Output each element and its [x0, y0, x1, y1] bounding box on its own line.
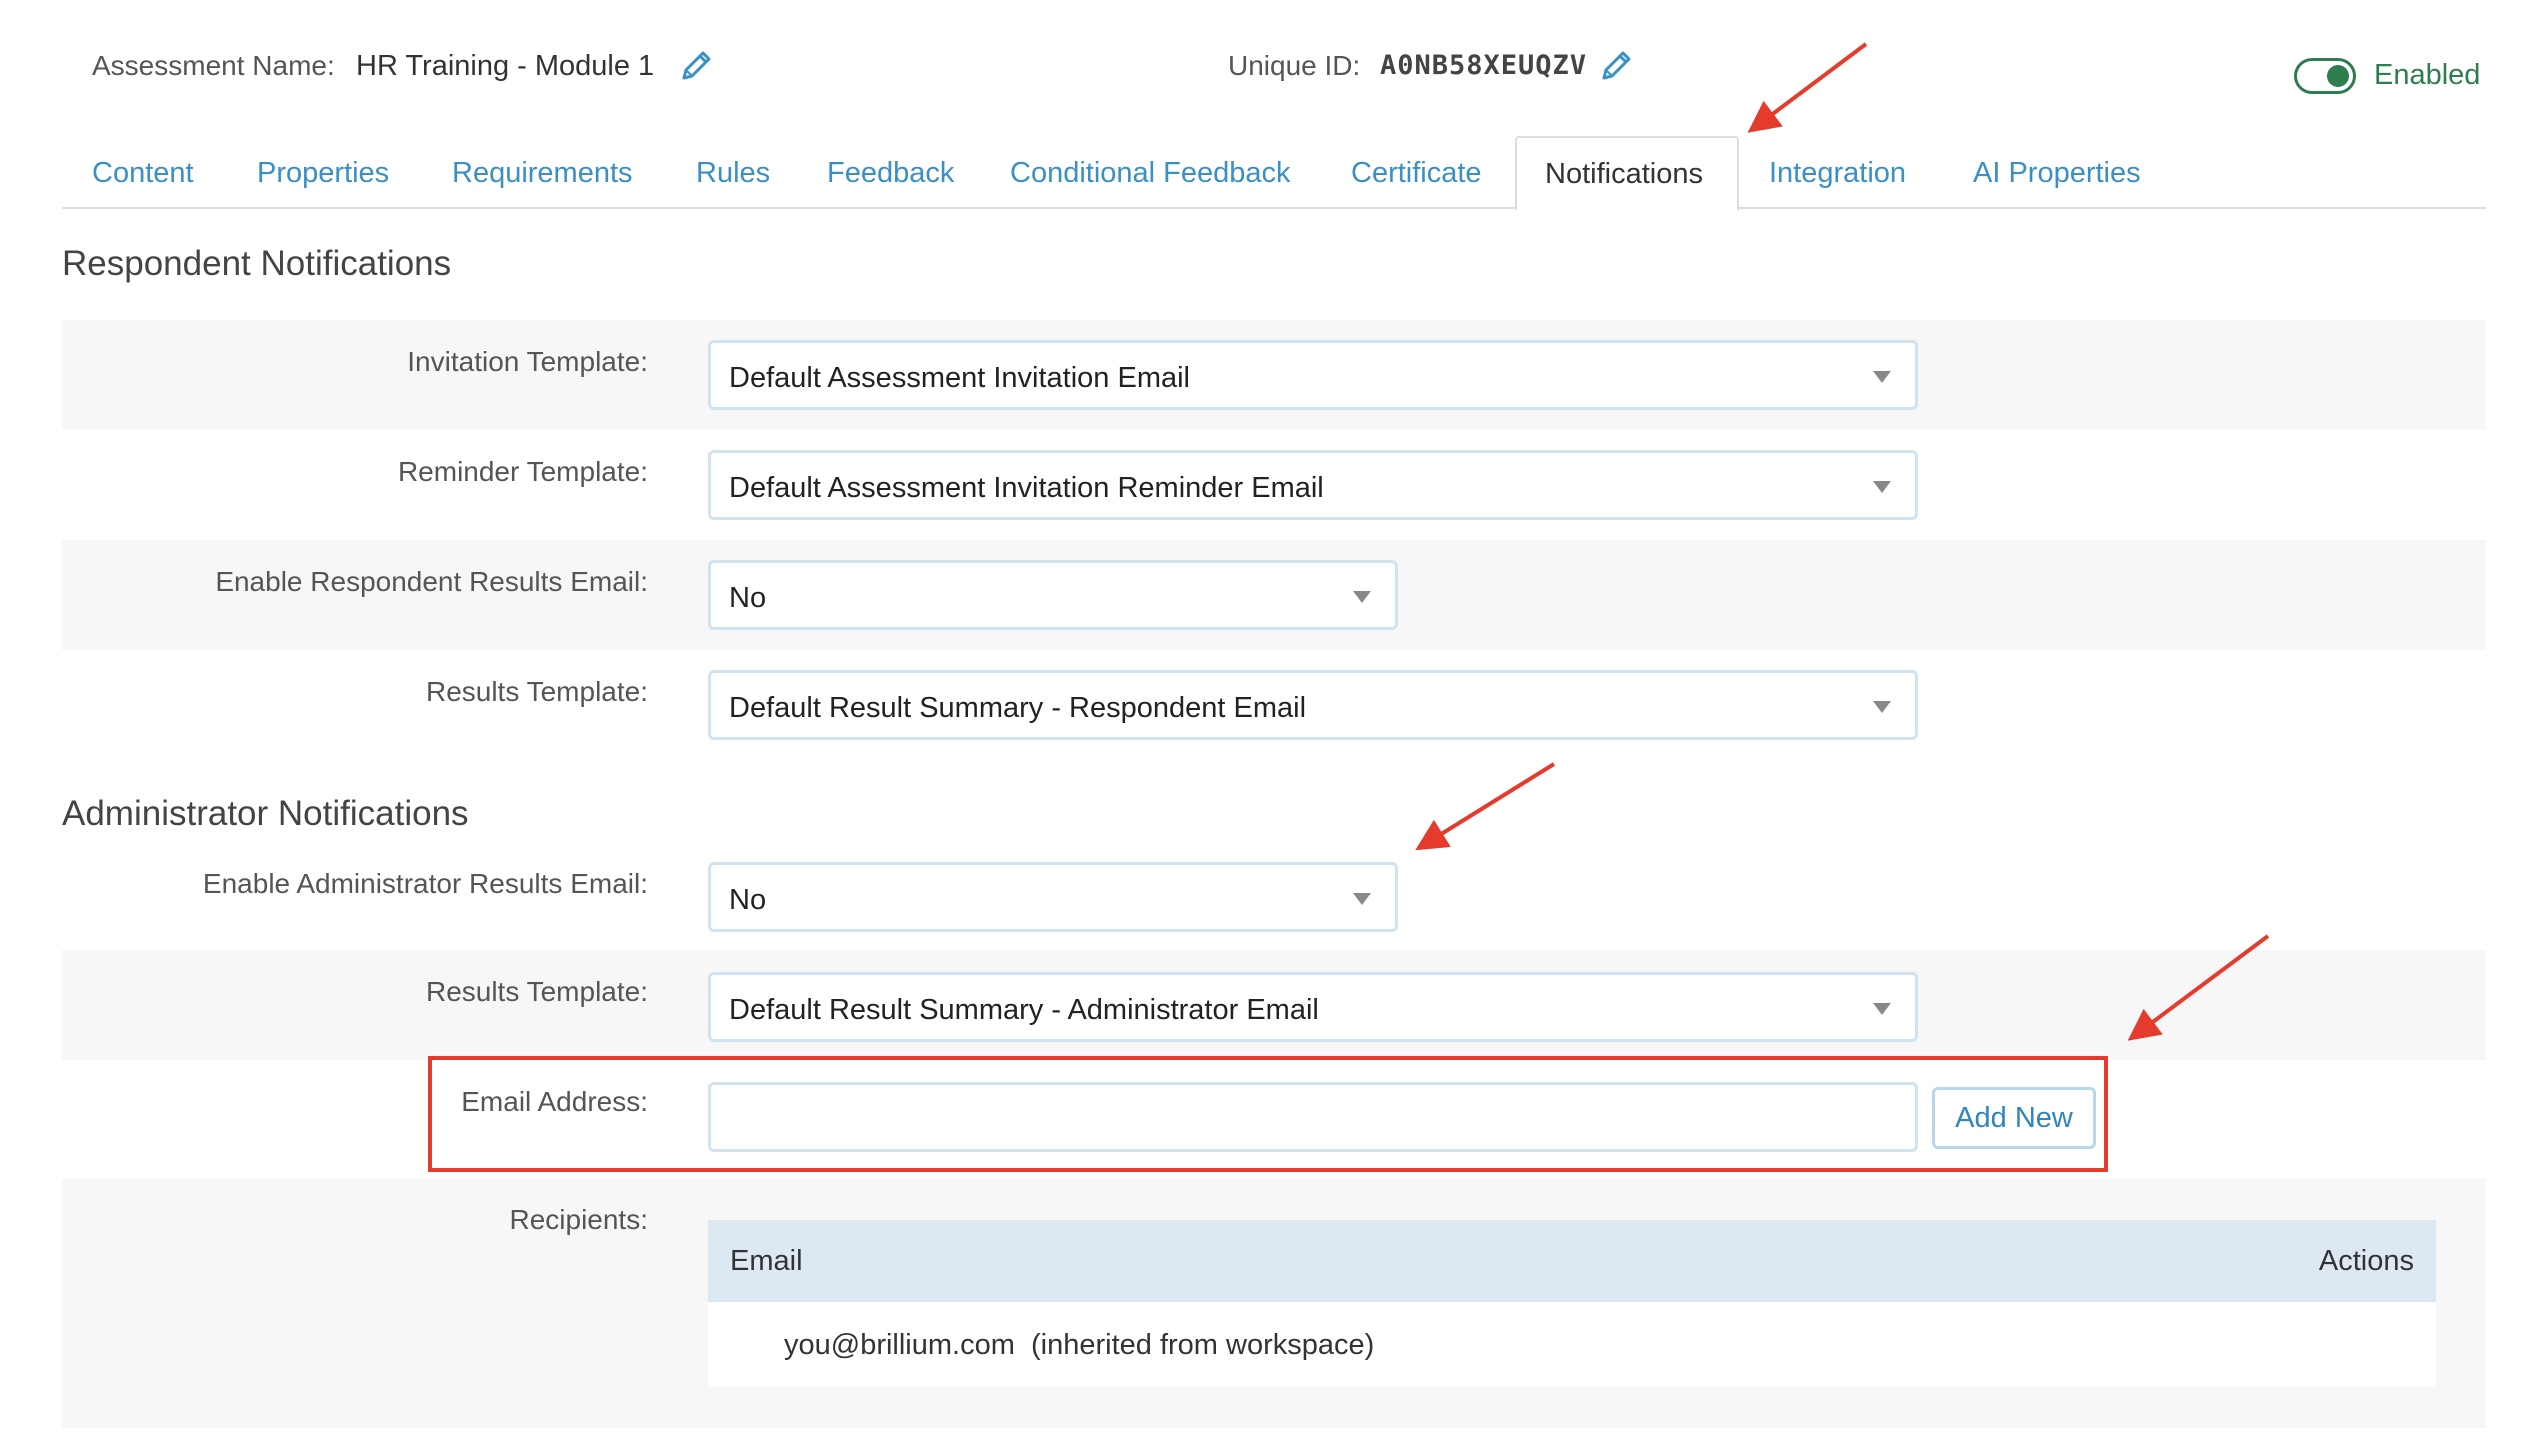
- reminder-template-select[interactable]: Default Assessment Invitation Reminder E…: [708, 450, 1918, 520]
- edit-unique-id-pencil-icon[interactable]: [1596, 46, 1636, 86]
- enabled-label: Enabled: [2374, 59, 2481, 91]
- tab-notifications-label: Notifications: [1545, 158, 1703, 190]
- enable-respondent-results-select[interactable]: No: [708, 560, 1398, 630]
- toggle-knob: [2327, 65, 2349, 87]
- respondent-results-template-value: Default Result Summary - Respondent Emai…: [729, 692, 1307, 724]
- tab-properties[interactable]: Properties: [257, 157, 389, 190]
- caret-down-icon: [1353, 893, 1371, 905]
- enable-administrator-results-value: No: [729, 884, 767, 916]
- assessment-name-label: Assessment Name:: [92, 50, 335, 81]
- administrator-notifications-title: Administrator Notifications: [62, 794, 469, 833]
- enable-respondent-results-label: Enable Respondent Results Email:: [215, 566, 648, 597]
- invitation-template-label: Invitation Template:: [407, 346, 648, 377]
- respondent-results-template-label: Results Template:: [425, 676, 648, 707]
- edit-assessment-name-pencil-icon[interactable]: [676, 46, 716, 86]
- tab-requirements[interactable]: Requirements: [452, 157, 633, 190]
- administrator-results-template-value: Default Result Summary - Administrator E…: [729, 994, 1319, 1026]
- assessment-name-value: HR Training - Module 1: [356, 50, 655, 82]
- tab-ai-properties[interactable]: AI Properties: [1973, 157, 2141, 190]
- recipient-email: you@brillium.com (inherited from workspa…: [784, 1329, 1375, 1361]
- invitation-template-select[interactable]: Default Assessment Invitation Email: [708, 340, 1918, 410]
- tab-bar-divider: [62, 207, 2486, 209]
- reminder-template-value: Default Assessment Invitation Reminder E…: [729, 472, 1324, 504]
- arrow-to-enable-admin-results: [1415, 762, 1556, 851]
- unique-id-label: Unique ID:: [1228, 50, 1361, 81]
- tab-rules[interactable]: Rules: [696, 157, 770, 190]
- recipients-table-header: Email Actions: [708, 1220, 2436, 1302]
- tab-certificate[interactable]: Certificate: [1351, 157, 1482, 190]
- respondent-notifications-title: Respondent Notifications: [62, 244, 452, 283]
- reminder-template-label: Reminder Template:: [397, 456, 648, 487]
- caret-down-icon: [1873, 1003, 1891, 1015]
- tab-conditional-feedback[interactable]: Conditional Feedback: [1010, 157, 1291, 190]
- arrow-to-notifications-tab: [1747, 42, 1868, 133]
- respondent-results-template-select[interactable]: Default Result Summary - Respondent Emai…: [708, 670, 1918, 740]
- enable-respondent-results-value: No: [729, 582, 767, 614]
- enable-administrator-results-label: Enable Administrator Results Email:: [202, 868, 648, 899]
- unique-id-value: A0NB58XEUQZV: [1380, 50, 1588, 81]
- enable-administrator-results-select[interactable]: No: [708, 862, 1398, 932]
- email-address-highlight-box: [428, 1056, 2108, 1172]
- email-column-header: Email: [730, 1245, 803, 1277]
- recipients-label: Recipients:: [509, 1204, 648, 1235]
- tab-content[interactable]: Content: [92, 157, 194, 190]
- table-row: you@brillium.com (inherited from workspa…: [708, 1302, 2436, 1386]
- tab-feedback[interactable]: Feedback: [827, 157, 954, 190]
- caret-down-icon: [1873, 701, 1891, 713]
- actions-column-header: Actions: [2318, 1245, 2414, 1277]
- caret-down-icon: [1353, 591, 1371, 603]
- enabled-toggle-switch-icon[interactable]: [2294, 58, 2356, 94]
- caret-down-icon: [1873, 481, 1891, 493]
- tab-integration[interactable]: Integration: [1769, 157, 1906, 190]
- caret-down-icon: [1873, 371, 1891, 383]
- administrator-results-template-select[interactable]: Default Result Summary - Administrator E…: [708, 972, 1918, 1042]
- administrator-results-template-label: Results Template:: [425, 976, 648, 1007]
- tab-notifications[interactable]: Notifications: [1515, 136, 1739, 210]
- invitation-template-value: Default Assessment Invitation Email: [729, 362, 1190, 394]
